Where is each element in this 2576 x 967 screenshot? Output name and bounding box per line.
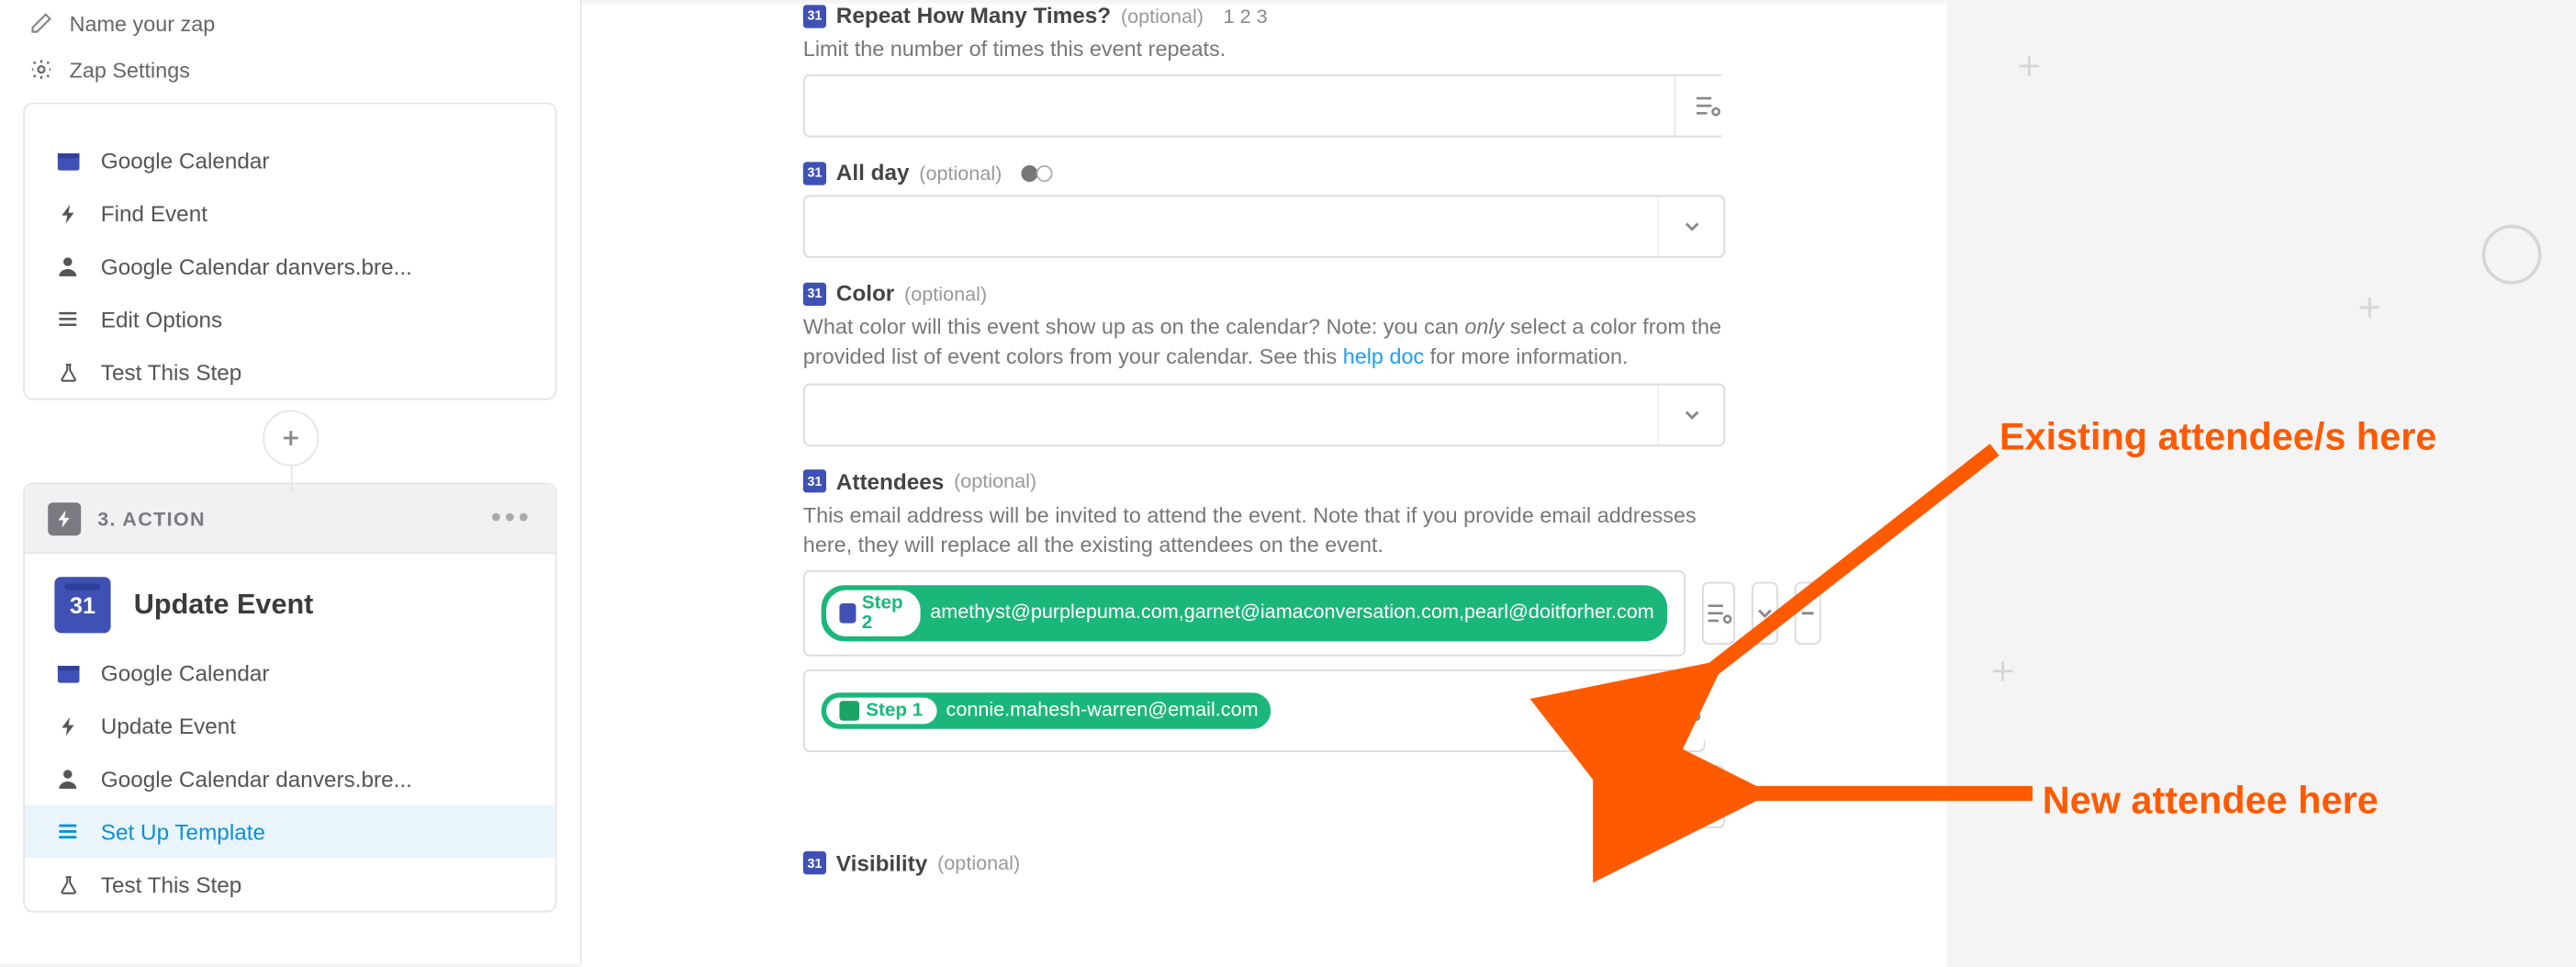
- action-row-account[interactable]: Google Calendar danvers.bre...: [25, 752, 555, 805]
- attendee-row-2: Step 1 connie.mahesh-warren@email.com: [803, 669, 1725, 752]
- action-row-template[interactable]: Set Up Template: [25, 805, 555, 859]
- insert-data-button[interactable]: [1674, 76, 1736, 136]
- annotation-arrow-1: [1673, 433, 2020, 714]
- field-allday-label: All day: [836, 161, 910, 186]
- action-row-app[interactable]: Google Calendar: [25, 647, 555, 700]
- action-row-app-label: Google Calendar: [101, 660, 270, 685]
- trigger-row-account[interactable]: Google Calendar danvers.bre...: [25, 240, 555, 293]
- trigger-row-options[interactable]: Edit Options: [25, 293, 555, 346]
- flask-icon: [54, 871, 81, 898]
- action-card-header[interactable]: 3. ACTION •••: [25, 484, 555, 554]
- field-visibility-label: Visibility: [836, 851, 928, 876]
- field-attendees-label: Attendees: [836, 468, 944, 493]
- trigger-row-action-label: Find Event: [101, 201, 207, 226]
- allday-select[interactable]: [803, 196, 1725, 258]
- field-allday: 31 All day (optional): [803, 161, 1725, 258]
- field-repeat-extra: 1 2 3: [1224, 5, 1268, 28]
- field-color-label: Color: [836, 281, 894, 306]
- action-row-template-label: Set Up Template: [101, 819, 265, 844]
- action-row-test[interactable]: Test This Step: [25, 858, 555, 911]
- trigger-row-account-label: Google Calendar danvers.bre...: [101, 253, 412, 278]
- optional-tag: (optional): [919, 162, 1002, 185]
- field-attendees-help: This email address will be invited to at…: [803, 500, 1725, 560]
- optional-tag: (optional): [1121, 5, 1204, 28]
- lines-icon: [54, 306, 81, 332]
- action-step-label: 3. ACTION: [97, 507, 475, 530]
- field-color-help: What color will this event show up as on…: [803, 313, 1725, 373]
- color-select[interactable]: [803, 383, 1725, 445]
- field-repeat-help: Limit the number of times this event rep…: [803, 35, 1725, 65]
- field-repeat-label: Repeat How Many Times?: [836, 4, 1111, 28]
- trigger-row-test[interactable]: Test This Step: [25, 345, 555, 399]
- action-row-type[interactable]: Update Event: [25, 699, 555, 752]
- action-bolt-icon: [48, 501, 81, 534]
- user-icon: [54, 765, 81, 792]
- annotation-arrow-2: [1715, 770, 2045, 820]
- calendar-pill-icon: [839, 603, 855, 624]
- attendee-row-1: Step 2 amethyst@purplepuma.com,garnet@ia…: [803, 570, 1725, 657]
- flask-icon: [54, 359, 81, 386]
- calendar-mini-icon: 31: [803, 5, 826, 28]
- trigger-row-app[interactable]: Google Calendar: [25, 134, 555, 187]
- trigger-row-test-label: Test This Step: [101, 360, 242, 385]
- repeat-input[interactable]: [803, 74, 1725, 137]
- optional-tag: (optional): [937, 852, 1020, 875]
- trigger-step-card: Google Calendar Find Event Google Calend…: [23, 103, 556, 400]
- calendar-icon: [54, 659, 81, 686]
- calendar-mini-icon: 31: [803, 282, 826, 305]
- sheets-pill-icon: [839, 701, 859, 721]
- sidebar: Name your zap Zap Settings Google Calend…: [0, 0, 582, 963]
- trigger-row-app-label: Google Calendar: [101, 148, 270, 173]
- action-row-test-label: Test This Step: [101, 872, 242, 897]
- calendar-app-icon: 31: [54, 577, 110, 633]
- action-row-account-label: Google Calendar danvers.bre...: [101, 766, 412, 791]
- field-attendees: 31 Attendees (optional) This email addre…: [803, 468, 1725, 827]
- trigger-card-clip: [25, 111, 555, 134]
- calendar-icon: [54, 147, 81, 174]
- attendee-input-2[interactable]: Step 1 connie.mahesh-warren@email.com: [803, 669, 1706, 752]
- calendar-mini-icon: 31: [803, 852, 826, 875]
- trigger-row-options-label: Edit Options: [101, 307, 222, 332]
- action-app-title-row: 31 Update Event: [25, 554, 555, 647]
- field-repeat: 31 Repeat How Many Times? (optional) 1 2…: [803, 4, 1725, 138]
- action-step-card: 3. ACTION ••• 31 Update Event Google Cal…: [23, 483, 556, 913]
- bolt-icon: [54, 200, 81, 227]
- zap-settings-row[interactable]: Zap Settings: [0, 46, 580, 92]
- attendee-pill-step2[interactable]: Step 2 amethyst@purplepuma.com,garnet@ia…: [818, 581, 1671, 644]
- attendee-input-1[interactable]: Step 2 amethyst@purplepuma.com,garnet@ia…: [803, 570, 1686, 657]
- calendar-mini-icon: 31: [803, 162, 826, 185]
- optional-tag: (optional): [954, 469, 1036, 492]
- trigger-row-action[interactable]: Find Event: [25, 186, 555, 240]
- bolt-icon: [54, 713, 81, 739]
- action-menu-dots-icon[interactable]: •••: [491, 500, 532, 535]
- bg-plus-icon: [2357, 294, 2383, 320]
- chevron-down-icon: [1657, 197, 1723, 257]
- zap-settings-label: Zap Settings: [70, 57, 190, 82]
- zap-name-placeholder: Name your zap: [70, 11, 216, 36]
- add-step-button[interactable]: [262, 410, 318, 466]
- field-color: 31 Color (optional) What color will this…: [803, 281, 1725, 445]
- attendee-pill-step1[interactable]: Step 1 connie.mahesh-warren@email.com: [818, 689, 1275, 732]
- zap-name-row[interactable]: Name your zap: [0, 0, 580, 46]
- attendee-pill-value: amethyst@purplepuma.com,garnet@iamaconve…: [930, 602, 1654, 624]
- annotation-new: New attendee here: [2043, 777, 2379, 825]
- calendar-mini-icon: 31: [803, 469, 826, 492]
- annotation-existing: Existing attendee/s here: [1999, 413, 2436, 461]
- optional-tag: (optional): [904, 282, 987, 305]
- field-visibility: 31 Visibility (optional): [803, 851, 1725, 876]
- lines-icon: [54, 818, 81, 845]
- bg-circle-icon: [2482, 225, 2542, 285]
- action-app-title: Update Event: [134, 589, 314, 622]
- help-doc-link[interactable]: help doc: [1343, 344, 1424, 369]
- attendee-pill-value: connie.mahesh-warren@email.com: [946, 699, 1259, 722]
- pencil-icon: [29, 12, 52, 35]
- action-row-type-label: Update Event: [101, 714, 236, 738]
- gear-icon: [29, 58, 52, 81]
- bg-plus-icon: [2016, 53, 2043, 80]
- user-icon: [54, 253, 81, 279]
- allday-toggle-hint-icon: [1022, 164, 1053, 181]
